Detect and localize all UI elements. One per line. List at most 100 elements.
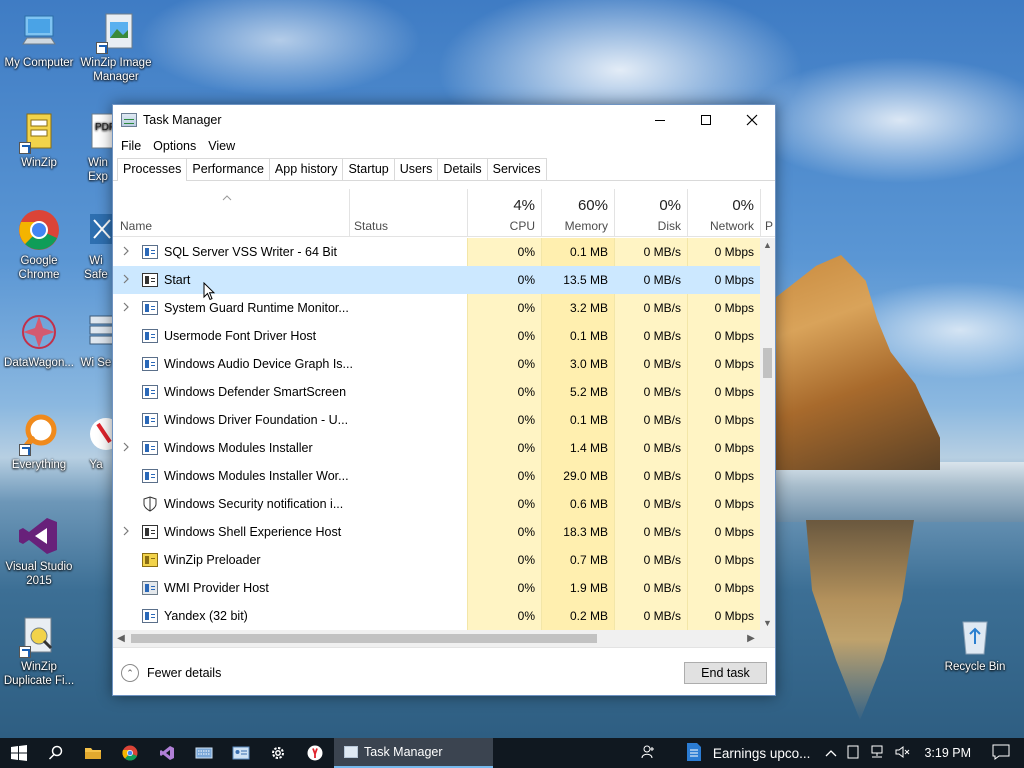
desktop-icon-everything[interactable]: Everything (1, 412, 77, 472)
chevron-right-icon[interactable] (121, 526, 131, 536)
process-memory: 1.9 MB (569, 581, 608, 595)
table-row[interactable]: Windows Audio Device Graph Is... 0% 3.0 MB… (113, 350, 761, 378)
chevron-right-icon[interactable] (121, 274, 131, 284)
horizontal-scroll-thumb[interactable] (131, 634, 597, 643)
clock[interactable]: 3:19 PM (924, 746, 971, 760)
fewer-details-button[interactable]: ⌃ Fewer details (121, 664, 221, 682)
server-icon (84, 310, 114, 354)
maximize-button[interactable] (683, 105, 729, 135)
process-disk: 0 MB/s (643, 357, 681, 371)
document-icon[interactable] (686, 742, 702, 765)
table-row[interactable]: Windows Defender SmartScreen 0% 5.2 MB 0 MB… (113, 378, 761, 406)
table-row[interactable]: Windows Modules Installer Wor... 0% 29.0 M… (113, 462, 761, 490)
taskbar-yandex[interactable] (296, 738, 333, 768)
desktop-icon-winzip-image-manager[interactable]: WinZip Image Manager (78, 10, 154, 84)
close-button[interactable] (729, 105, 775, 135)
taskbar-chrome[interactable] (111, 738, 148, 768)
scroll-down-icon[interactable]: ▼ (760, 616, 775, 630)
table-row[interactable]: Windows Shell Experience Host 0% 18.3 MB 0 … (113, 518, 761, 546)
people-icon[interactable] (641, 744, 657, 763)
tab-users[interactable]: Users (393, 158, 439, 180)
search-button[interactable] (37, 738, 74, 768)
desktop-icon-visual-studio[interactable]: Visual Studio 2015 (1, 514, 77, 588)
folder-icon (84, 748, 101, 759)
scroll-right-icon[interactable]: ▶ (743, 630, 759, 647)
desktop-icon-label: Visual Studio 2015 (5, 561, 73, 587)
table-row[interactable]: Windows Modules Installer 0% 1.4 MB 0 MB/s 0… (113, 434, 761, 462)
table-row[interactable]: WMI Provider Host 0% 1.9 MB 0 MB/s 0 Mbps (113, 574, 761, 602)
desktop-icon-my-computer[interactable]: My Computer (1, 10, 77, 70)
menu-view[interactable]: View (202, 139, 241, 153)
menu-file[interactable]: File (115, 139, 147, 153)
process-cpu: 0% (517, 245, 535, 259)
process-disk: 0 MB/s (643, 581, 681, 595)
table-row[interactable]: Windows Driver Foundation - U... 0% 0.1 MB… (113, 406, 761, 434)
taskbar-file-explorer[interactable] (74, 738, 111, 768)
network-icon[interactable] (869, 745, 885, 762)
table-row[interactable]: Usermode Font Driver Host 0% 0.1 MB 0 MB/s 0… (113, 322, 761, 350)
tablet-icon[interactable] (847, 745, 859, 762)
service-icon (142, 609, 158, 623)
column-status[interactable]: Status (349, 189, 467, 237)
process-disk: 0 MB/s (643, 469, 681, 483)
desktop-icon-datawagon[interactable]: DataWagon... (1, 310, 77, 370)
scroll-left-icon[interactable]: ◀ (113, 630, 129, 647)
process-memory: 1.4 MB (569, 441, 608, 455)
menu-options[interactable]: Options (147, 139, 202, 153)
title-bar[interactable]: Task Manager (113, 105, 775, 135)
desktop-icon-winzip[interactable]: WinZip (1, 110, 77, 170)
vertical-scroll-thumb[interactable] (763, 348, 772, 378)
chevron-right-icon[interactable] (121, 302, 131, 312)
vertical-scrollbar[interactable]: ▲ ▼ (760, 238, 775, 630)
desktop-icon-partial-safe[interactable]: Wi Safe (78, 208, 114, 282)
process-memory: 3.0 MB (569, 357, 608, 371)
notification-text[interactable]: Earnings upco... (713, 746, 811, 761)
chevron-right-icon[interactable] (121, 442, 131, 452)
process-name: Start (164, 273, 191, 287)
taskbar-id-card[interactable] (222, 738, 259, 768)
start-button[interactable] (0, 738, 37, 768)
tab-startup[interactable]: Startup (342, 158, 395, 180)
column-power-partial[interactable]: P (761, 189, 775, 237)
chevron-up-icon[interactable] (825, 746, 837, 760)
tab-details[interactable]: Details (437, 158, 488, 180)
horizontal-scrollbar[interactable]: ◀ ▶ (113, 630, 775, 647)
task-manager-window[interactable]: Task Manager File Options View Processes… (112, 104, 776, 696)
chevron-right-icon[interactable] (121, 246, 131, 256)
process-network: 0 Mbps (714, 329, 754, 343)
column-cpu[interactable]: 4% CPU (467, 189, 541, 237)
taskbar-task-manager[interactable]: Task Manager (334, 738, 493, 768)
table-row[interactable]: WinZip Preloader 0% 0.7 MB 0 MB/s 0 Mbps (113, 546, 761, 574)
taskbar-settings[interactable] (259, 738, 296, 768)
desktop-icon-partial-yandex[interactable]: Ya (78, 412, 114, 472)
service-icon (142, 385, 158, 399)
winzip-icon (142, 553, 158, 567)
action-center-icon[interactable] (992, 744, 1010, 763)
table-row[interactable]: Yandex (32 bit) 0% 0.2 MB 0 MB/s 0 Mbps (113, 602, 761, 630)
desktop-icon-google-chrome[interactable]: Google Chrome (1, 208, 77, 282)
desktop-icon-winzip-duplicate[interactable]: WinZip Duplicate Fi... (1, 614, 77, 688)
desktop-icon-recycle-bin[interactable]: Recycle Bin (937, 614, 1013, 674)
column-network[interactable]: 0% Network (687, 189, 760, 237)
minimize-button[interactable] (637, 105, 683, 135)
process-cpu: 0% (517, 329, 535, 343)
end-task-button[interactable]: End task (684, 662, 767, 684)
column-memory[interactable]: 60% Memory (541, 189, 614, 237)
process-name: Windows Defender SmartScreen (164, 385, 347, 399)
volume-muted-icon[interactable] (895, 745, 911, 762)
taskbar-keyboard[interactable] (185, 738, 222, 768)
tab-performance[interactable]: Performance (186, 158, 270, 180)
taskbar: Task Manager Earnings upco... 3:19 PM (0, 738, 1024, 768)
table-row[interactable]: Windows Security notification i... 0% 0.6 … (113, 490, 761, 518)
desktop-icon-partial-se[interactable]: Wi Se (78, 310, 114, 370)
scroll-up-icon[interactable]: ▲ (760, 238, 775, 252)
tab-processes[interactable]: Processes (117, 158, 188, 181)
tab-app-history[interactable]: App history (268, 158, 344, 180)
process-disk: 0 MB/s (643, 525, 681, 539)
column-disk[interactable]: 0% Disk (614, 189, 687, 237)
tab-services[interactable]: Services (486, 158, 547, 180)
table-row[interactable]: SQL Server VSS Writer - 64 Bit 0% 0.1 MB 0 … (113, 238, 761, 266)
process-network: 0 Mbps (714, 609, 754, 623)
process-disk: 0 MB/s (643, 413, 681, 427)
taskbar-visual-studio[interactable] (148, 738, 185, 768)
